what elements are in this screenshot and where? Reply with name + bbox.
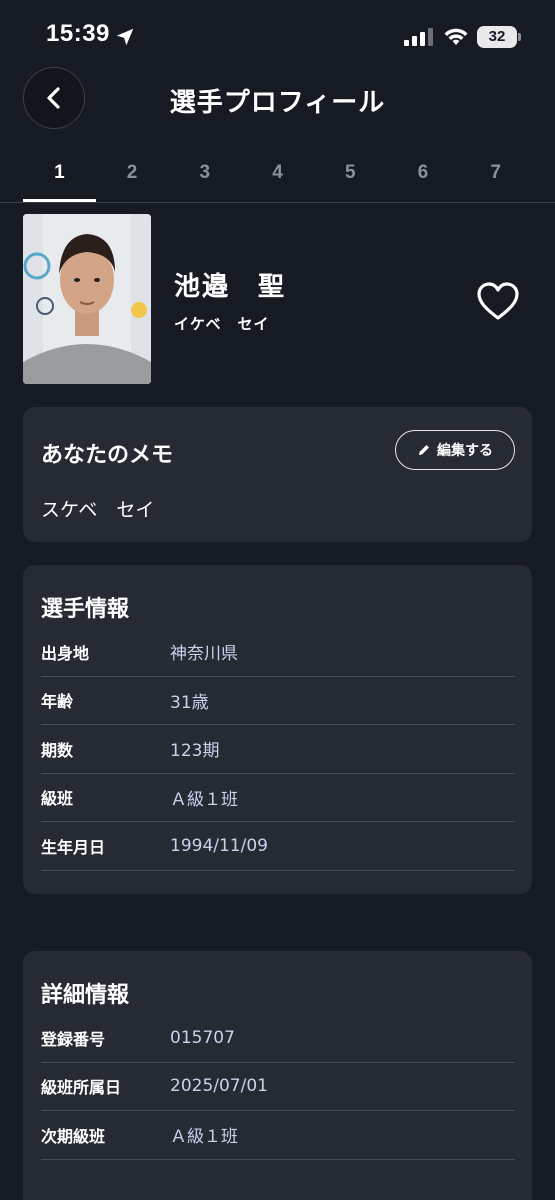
detail-info-title: 詳細情報 <box>41 983 130 1008</box>
tab-4[interactable]: 4 <box>241 150 314 202</box>
player-name-kana: イケベ セイ <box>174 315 270 333</box>
battery-nub <box>518 33 521 41</box>
pencil-icon <box>419 445 429 455</box>
info-value: Ａ級１班 <box>170 1127 238 1148</box>
info-label: 登録番号 <box>41 1029 106 1049</box>
info-label: 出身地 <box>41 643 90 663</box>
player-name: 池邉 聖 <box>174 272 287 302</box>
info-label: 級班 <box>41 789 74 809</box>
tab-2[interactable]: 2 <box>96 150 169 202</box>
player-info-rows: 出身地 神奈川県 年齢 31歳 期数 123期 級班 Ａ級１班 生年月日 199… <box>41 628 515 871</box>
tab-5[interactable]: 5 <box>314 150 387 202</box>
info-value: Ａ級１班 <box>170 789 238 810</box>
info-row-next-class: 次期級班 Ａ級１班 <box>41 1111 515 1160</box>
player-info-card: 選手情報 出身地 神奈川県 年齢 31歳 期数 123期 級班 Ａ級１班 生年月… <box>23 565 532 894</box>
info-row-birthday: 生年月日 1994/11/09 <box>41 822 515 871</box>
info-row-age: 年齢 31歳 <box>41 677 515 725</box>
cellular-signal-icon <box>404 28 433 46</box>
status-time: 15:39 <box>46 20 110 47</box>
tabs-divider <box>0 202 555 203</box>
info-value: 1994/11/09 <box>170 835 268 856</box>
memo-card: あなたのメモ 編集する スケベ セイ <box>23 407 532 542</box>
location-arrow-icon <box>116 28 134 46</box>
info-label: 期数 <box>41 740 74 760</box>
info-value: 2025/07/01 <box>170 1076 268 1097</box>
heart-outline-icon[interactable] <box>476 280 520 324</box>
info-value: 神奈川県 <box>170 644 238 665</box>
info-label: 年齢 <box>41 692 74 712</box>
tab-3[interactable]: 3 <box>168 150 241 202</box>
info-row-class: 級班 Ａ級１班 <box>41 774 515 822</box>
tab-1[interactable]: 1 <box>23 150 96 202</box>
detail-info-card: 詳細情報 登録番号 015707 級班所属日 2025/07/01 次期級班 Ａ… <box>23 951 532 1200</box>
tab-7[interactable]: 7 <box>459 150 532 202</box>
memo-text: スケベ セイ <box>41 499 155 521</box>
info-value: 31歳 <box>170 692 209 713</box>
player-info-title: 選手情報 <box>41 597 130 622</box>
detail-info-rows: 登録番号 015707 級班所属日 2025/07/01 次期級班 Ａ級１班 <box>41 1014 515 1160</box>
info-row-registration-number: 登録番号 015707 <box>41 1014 515 1063</box>
wifi-icon <box>444 28 468 45</box>
player-photo <box>23 214 151 384</box>
edit-memo-button[interactable]: 編集する <box>395 430 515 470</box>
info-label: 次期級班 <box>41 1126 106 1146</box>
info-row-class-date: 級班所属日 2025/07/01 <box>41 1063 515 1111</box>
info-value: 123期 <box>170 741 220 762</box>
tab-bar: 1 2 3 4 5 6 7 <box>23 150 532 202</box>
info-row-hometown: 出身地 神奈川県 <box>41 628 515 677</box>
info-label: 生年月日 <box>41 837 106 857</box>
battery-icon: 32 <box>477 26 517 48</box>
info-value: 015707 <box>170 1027 235 1048</box>
info-label: 級班所属日 <box>41 1078 122 1098</box>
status-bar: 15:39 32 <box>0 0 555 70</box>
page-title: 選手プロフィール <box>169 88 386 118</box>
tab-6[interactable]: 6 <box>387 150 460 202</box>
info-row-term: 期数 123期 <box>41 725 515 774</box>
memo-title: あなたのメモ <box>41 443 174 468</box>
edit-memo-label: 編集する <box>437 443 493 459</box>
